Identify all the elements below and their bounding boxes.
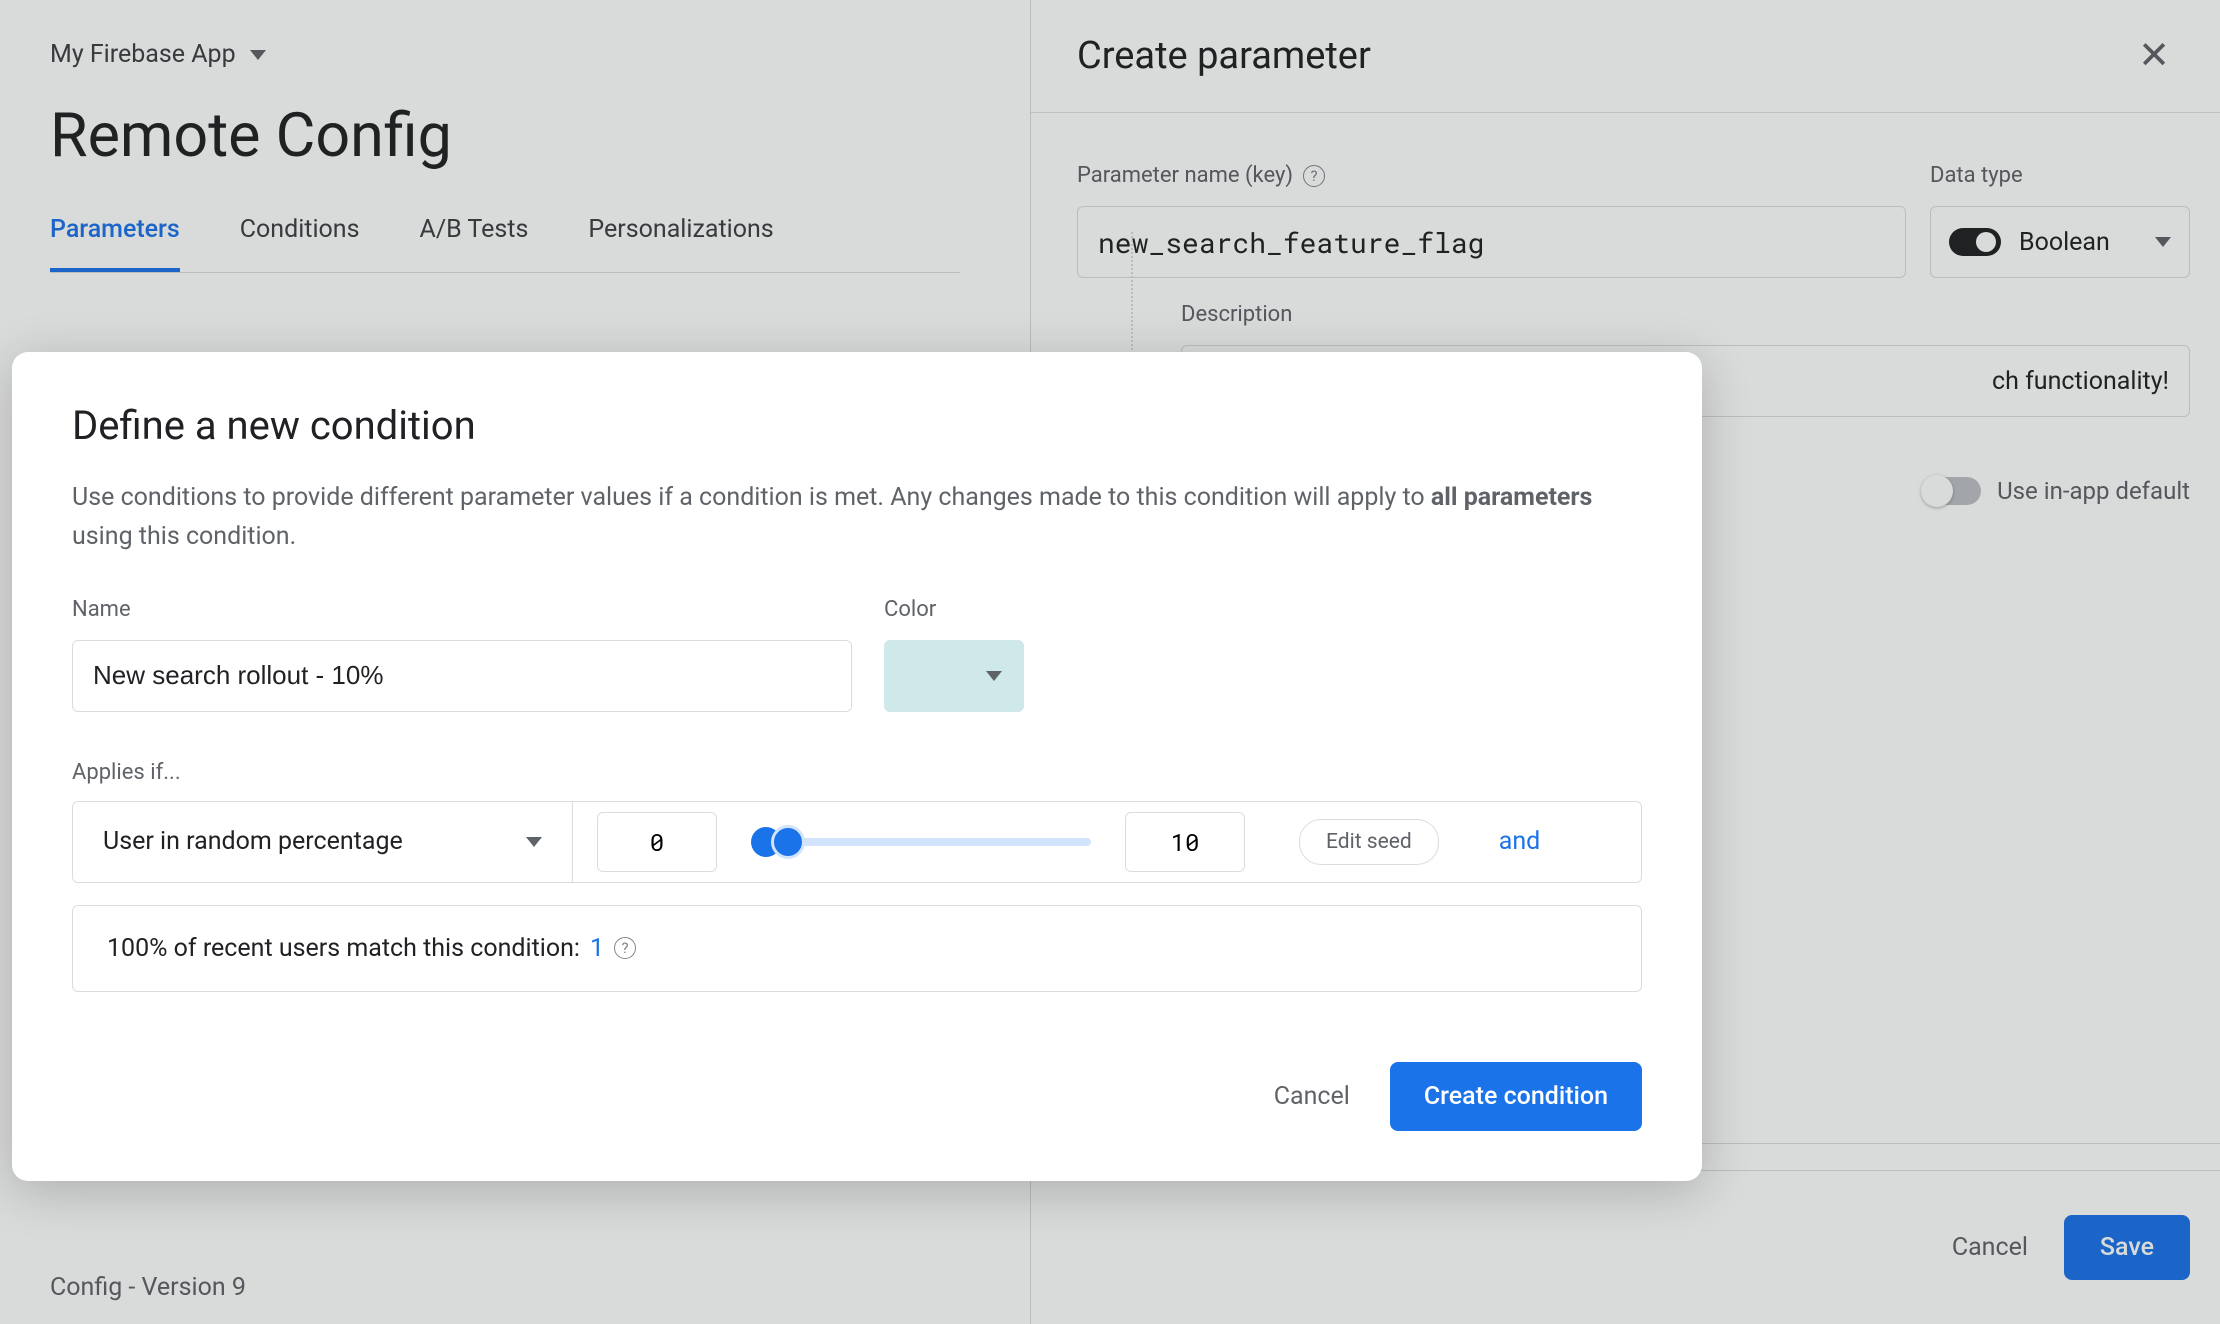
help-icon[interactable]: ? — [614, 937, 636, 959]
caret-down-icon — [526, 837, 542, 847]
range-low-input[interactable] — [597, 812, 717, 872]
edit-seed-button[interactable]: Edit seed — [1299, 819, 1439, 865]
caret-down-icon — [986, 671, 1002, 681]
create-condition-button[interactable]: Create condition — [1390, 1062, 1642, 1131]
color-label: Color — [884, 597, 1024, 622]
match-count: 1 — [590, 934, 604, 963]
condition-type-select[interactable]: User in random percentage — [73, 802, 573, 882]
match-summary: 100% of recent users match this conditio… — [72, 905, 1642, 992]
slider-thumb-high[interactable] — [771, 825, 805, 859]
percentage-slider[interactable] — [751, 838, 1091, 846]
color-select[interactable] — [884, 640, 1024, 712]
range-high-input[interactable] — [1125, 812, 1245, 872]
define-condition-dialog: Define a new condition Use conditions to… — [12, 352, 1702, 1181]
dialog-cancel-button[interactable]: Cancel — [1274, 1082, 1350, 1111]
dialog-subtitle: Use conditions to provide different para… — [72, 479, 1642, 557]
condition-name-input[interactable] — [72, 640, 852, 712]
and-button[interactable]: and — [1499, 827, 1541, 856]
condition-rule-row: User in random percentage Edit seed and — [72, 801, 1642, 883]
condition-name-label: Name — [72, 597, 852, 622]
applies-if-label: Applies if... — [72, 760, 1642, 785]
dialog-title: Define a new condition — [72, 402, 1642, 449]
